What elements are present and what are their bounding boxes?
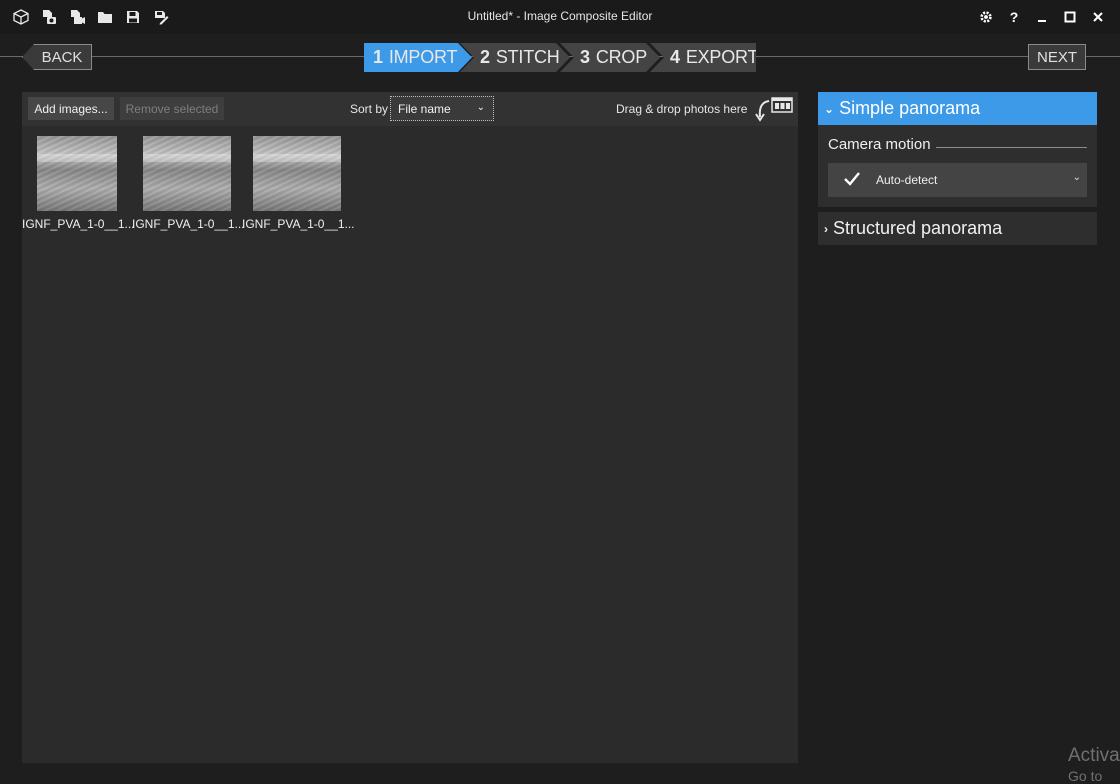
- simple-panorama-header[interactable]: ⌄ Simple panorama: [818, 92, 1097, 125]
- step-number: 4: [670, 47, 680, 67]
- activation-watermark-subtitle: Go to: [1068, 768, 1103, 784]
- step-label: CROP: [595, 47, 648, 67]
- step-import[interactable]: 1 IMPORT: [364, 43, 472, 72]
- step-label: STITCH: [495, 47, 560, 67]
- title-bar: Untitled* - Image Composite Editor ?: [0, 0, 1120, 34]
- simple-panorama-body: Camera motion Auto-detect ⌄: [818, 125, 1097, 207]
- thumbnail-image: [253, 136, 341, 211]
- image-thumbnail[interactable]: IGNF_PVA_1-0__1...: [22, 136, 135, 231]
- sort-by-value: File name: [398, 101, 451, 116]
- sort-by-dropdown[interactable]: File name ⌄: [390, 96, 494, 121]
- add-images-button[interactable]: Add images...: [28, 97, 114, 120]
- drag-drop-label: Drag & drop photos here: [616, 102, 748, 116]
- activation-watermark-title: Activa: [1068, 745, 1120, 766]
- step-label: EXPORT: [685, 47, 759, 67]
- thumbnail-image: [37, 136, 117, 211]
- step-crop[interactable]: 3 CROP: [560, 43, 660, 72]
- settings-icon[interactable]: [975, 7, 997, 27]
- chevron-down-icon: ⌄: [476, 102, 485, 113]
- step-label: IMPORT: [388, 47, 458, 67]
- sort-by-label: Sort by: [350, 102, 389, 116]
- thumbnail-caption: IGNF_PVA_1-0__1...: [242, 217, 355, 231]
- checkmark-icon: [843, 170, 861, 193]
- structured-panorama-header[interactable]: › Structured panorama: [818, 212, 1097, 245]
- close-icon[interactable]: [1087, 7, 1109, 27]
- step-number: 3: [580, 47, 590, 67]
- minimize-icon[interactable]: [1031, 7, 1053, 27]
- thumbnail-caption: IGNF_PVA_1-0__1...: [22, 217, 135, 231]
- window-title: Untitled* - Image Composite Editor: [467, 9, 653, 23]
- drag-drop-icon: [754, 96, 794, 122]
- camera-motion-value: Auto-detect: [876, 173, 938, 187]
- import-panel: Add images... Remove selected Sort by Fi…: [22, 92, 798, 763]
- back-button[interactable]: BACK: [22, 44, 92, 70]
- step-number: 2: [480, 47, 490, 67]
- structured-panorama-label: Structured panorama: [833, 218, 1003, 238]
- maximize-icon[interactable]: [1059, 7, 1081, 27]
- divider: [936, 147, 1087, 148]
- step-export[interactable]: 4 EXPORT: [650, 43, 756, 72]
- chevron-right-icon: ›: [824, 221, 828, 236]
- image-thumbnail[interactable]: IGNF_PVA_1-0__1...: [242, 136, 355, 231]
- camera-motion-label: Camera motion: [828, 136, 931, 153]
- chevron-down-icon: ⌄: [1072, 172, 1081, 183]
- step-number: 1: [373, 47, 383, 67]
- thumbnail-image: [143, 136, 231, 211]
- camera-motion-dropdown[interactable]: Auto-detect ⌄: [828, 163, 1087, 197]
- remove-selected-button[interactable]: Remove selected: [120, 97, 224, 120]
- thumbnail-caption: IGNF_PVA_1-0__1...: [132, 217, 245, 231]
- next-button[interactable]: NEXT: [1028, 44, 1086, 70]
- chevron-down-icon: ⌄: [824, 101, 835, 116]
- step-wizard: 1 IMPORT 2 STITCH 3 CROP 4 EXPORT: [364, 43, 756, 72]
- help-icon[interactable]: ?: [1003, 7, 1025, 27]
- import-toolbar: Add images... Remove selected Sort by Fi…: [22, 92, 798, 126]
- simple-panorama-label: Simple panorama: [839, 98, 981, 118]
- image-thumbnail[interactable]: IGNF_PVA_1-0__1...: [132, 136, 245, 231]
- step-stitch[interactable]: 2 STITCH: [460, 43, 570, 72]
